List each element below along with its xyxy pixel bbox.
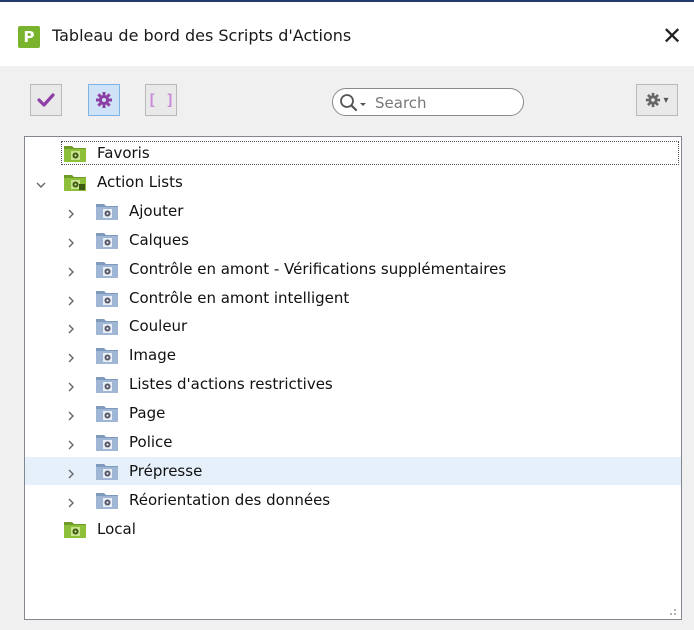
tree-item[interactable]: Local — [25, 515, 681, 543]
chevron-right-icon[interactable] — [65, 234, 77, 253]
close-button[interactable]: ✕ — [656, 20, 688, 52]
folder-icon — [95, 374, 119, 398]
tree-item-label: Réorientation des données — [129, 490, 331, 509]
search-icon[interactable] — [339, 93, 369, 117]
app-logo-icon: P — [18, 26, 40, 48]
tree-item[interactable]: Contrôle en amont intelligent — [25, 284, 681, 312]
folder-icon — [95, 345, 119, 369]
chevron-right-icon[interactable] — [65, 436, 77, 455]
action-lists-tree[interactable]: Favoris Action Lists Ajouter Calques Contrôl… — [24, 136, 682, 620]
tree-item-label: Police — [129, 433, 173, 451]
tree-item-label: Page — [129, 404, 166, 423]
chevron-right-icon[interactable] — [65, 349, 77, 368]
tree-item[interactable]: Action Lists — [25, 168, 681, 196]
gear-toggle-button[interactable] — [88, 84, 120, 116]
chevron-down-icon: ▾ — [663, 94, 669, 106]
focus-outline — [61, 141, 679, 165]
tree-item-label: Favoris — [97, 144, 150, 162]
folder-icon — [63, 172, 87, 196]
tree-item-label: Calques — [129, 230, 189, 249]
folder-icon — [95, 288, 119, 312]
bracket-toggle-button[interactable]: [ ] — [145, 84, 177, 116]
folder-icon — [95, 259, 119, 283]
tree-item-label: Action Lists — [97, 172, 183, 191]
tree-item-label: Local — [97, 519, 136, 538]
tree-item[interactable]: Couleur — [25, 312, 681, 340]
gear-icon — [96, 92, 112, 108]
chevron-right-icon[interactable] — [65, 378, 77, 397]
tree-item[interactable]: Calques — [25, 226, 681, 254]
tree-item[interactable]: Listes d'actions restrictives — [25, 370, 681, 398]
check-toggle-button[interactable] — [30, 84, 62, 116]
tree-item[interactable]: Favoris — [25, 139, 681, 167]
title-bar[interactable]: P Tableau de bord des Scripts d'Actions … — [0, 2, 694, 66]
check-icon — [37, 93, 55, 107]
tree-item-label: Prépresse — [129, 461, 203, 480]
chevron-right-icon[interactable] — [65, 407, 77, 426]
bracket-icon: [ ] — [147, 91, 175, 109]
folder-icon — [95, 490, 119, 514]
folder-icon — [95, 230, 119, 254]
folder-icon — [95, 432, 119, 456]
tree-item[interactable]: Page — [25, 399, 681, 427]
folder-icon — [95, 403, 119, 427]
settings-menu-button[interactable]: ▾ — [636, 84, 678, 116]
chevron-right-icon[interactable] — [65, 494, 77, 513]
chevron-right-icon[interactable] — [65, 205, 77, 224]
folder-icon — [63, 519, 87, 543]
tree-item[interactable]: Contrôle en amont - Vérifications supplé… — [25, 255, 681, 283]
chevron-right-icon[interactable] — [65, 292, 77, 311]
tree-item-label: Ajouter — [129, 201, 184, 220]
dialog-window: P Tableau de bord des Scripts d'Actions … — [0, 0, 694, 630]
tree-item[interactable]: Police — [25, 428, 681, 456]
folder-icon — [95, 461, 119, 485]
tree-item[interactable]: Image — [25, 341, 681, 369]
tree-item-label: Contrôle en amont intelligent — [129, 288, 350, 307]
tree-item-label: Listes d'actions restrictives — [129, 375, 333, 394]
folder-icon — [95, 201, 119, 225]
chevron-down-icon[interactable] — [35, 176, 47, 195]
tree-item-label: Image — [129, 346, 176, 365]
chevron-right-icon[interactable] — [65, 263, 77, 282]
tree-item[interactable]: Prépresse — [25, 456, 681, 485]
resize-grip-icon[interactable] — [667, 606, 677, 616]
tree-item[interactable]: Réorientation des données — [25, 486, 681, 514]
search-field[interactable] — [332, 88, 524, 116]
folder-icon — [95, 316, 119, 340]
tree-item[interactable]: Ajouter — [25, 197, 681, 225]
search-input[interactable] — [373, 92, 517, 114]
gear-icon — [646, 92, 661, 108]
chevron-right-icon[interactable] — [65, 320, 77, 339]
folder-icon — [63, 143, 87, 167]
window-title: Tableau de bord des Scripts d'Actions — [52, 26, 352, 45]
tree-item-label: Contrôle en amont - Vérifications supplé… — [129, 259, 507, 278]
chevron-right-icon[interactable] — [65, 465, 77, 484]
tree-item-label: Couleur — [129, 317, 188, 336]
